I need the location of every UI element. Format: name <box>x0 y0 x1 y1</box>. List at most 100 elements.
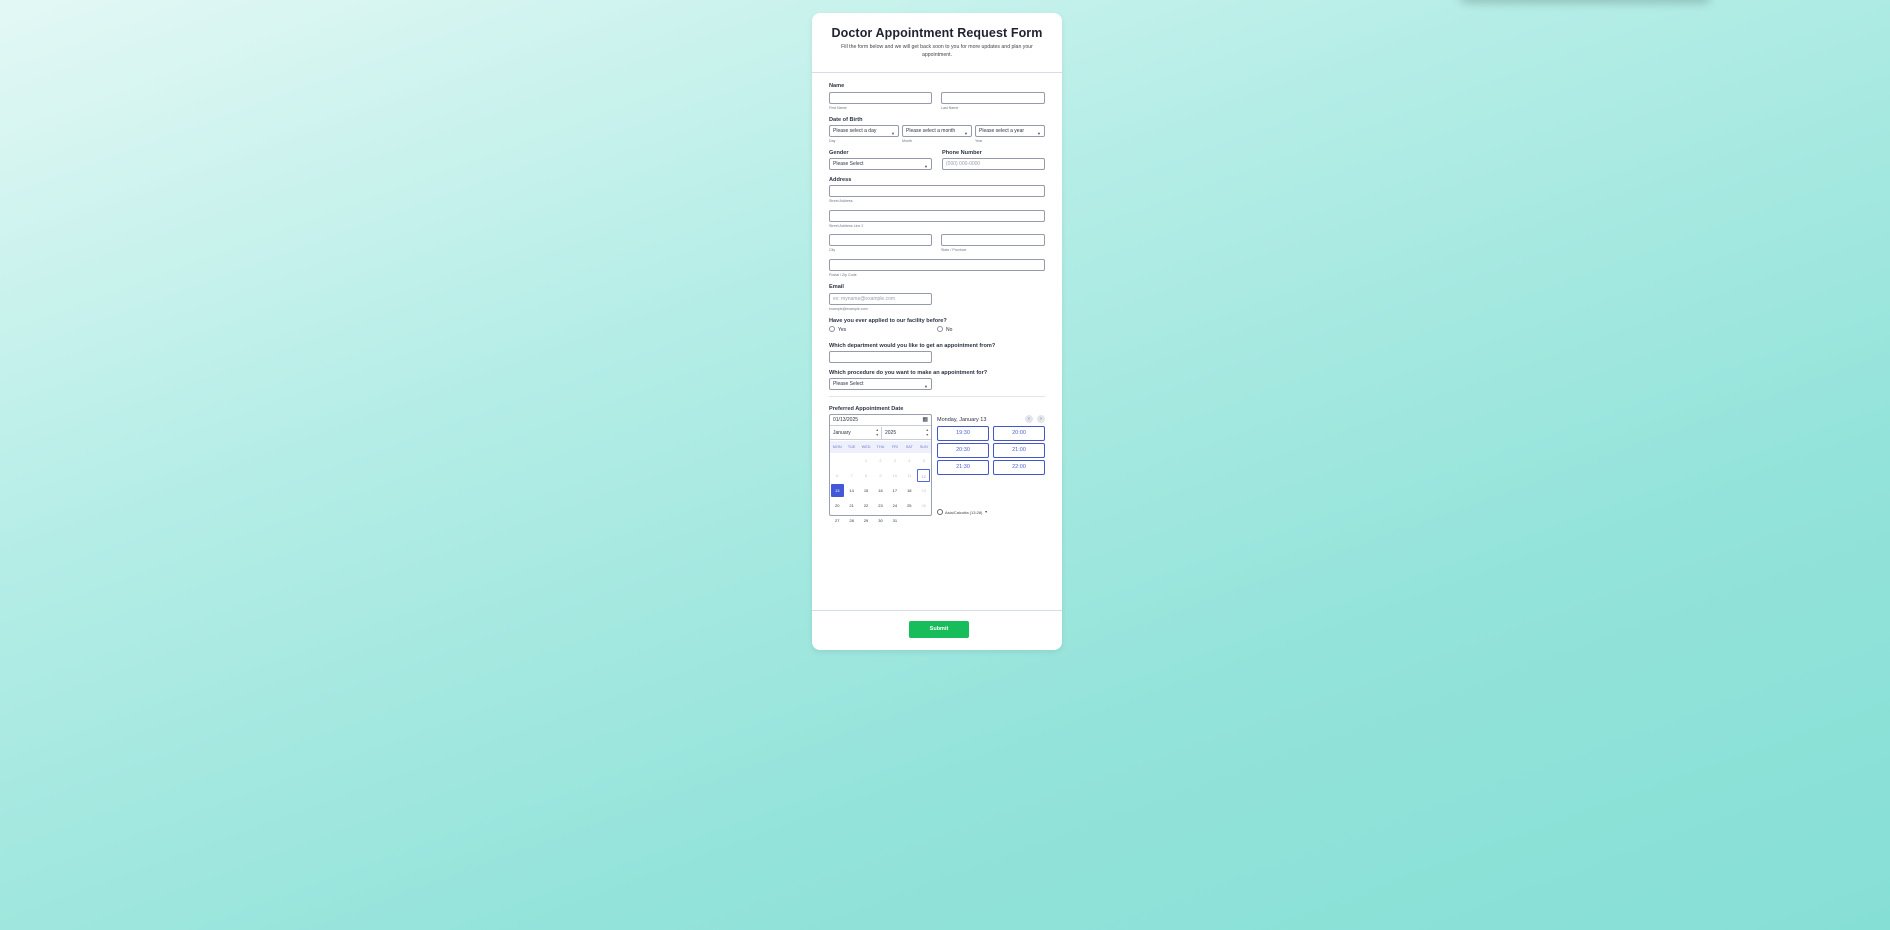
email-input[interactable]: ex: myname@example.com <box>829 293 932 305</box>
calendar-empty-cell <box>831 454 844 467</box>
calendar-day[interactable]: 26 <box>917 499 930 512</box>
calendar-day[interactable]: 15 <box>860 484 873 497</box>
form-header: Doctor Appointment Request Form Fill the… <box>812 13 1062 73</box>
calendar-week-row: 27 28 29 30 31 <box>830 513 931 528</box>
phone-input[interactable]: (000) 000-0000 <box>942 158 1045 170</box>
weekday-label: MON <box>832 445 842 449</box>
year-stepper[interactable]: 2025 ▲ ▼ <box>882 427 931 440</box>
last-name-input[interactable] <box>941 92 1045 104</box>
calendar-day[interactable]: 7 <box>845 469 858 482</box>
time-slot[interactable]: 20:30 <box>937 443 989 458</box>
calendar-day[interactable]: 24 <box>888 499 901 512</box>
calendar-empty-cell <box>903 514 916 527</box>
first-name-input[interactable] <box>829 92 932 104</box>
applied-no-radio[interactable] <box>937 326 943 332</box>
street-address-input[interactable] <box>829 185 1045 197</box>
calendar-day[interactable]: 27 <box>831 514 844 527</box>
date-input[interactable]: 01/13/2025 ▦ <box>830 415 931 426</box>
submit-button[interactable]: Submit <box>909 621 969 638</box>
calendar-day[interactable]: 14 <box>845 484 858 497</box>
calendar-day[interactable]: 1 <box>860 454 873 467</box>
weekday-label: THU <box>876 445 885 449</box>
chevron-down-icon: ▼ <box>984 510 988 514</box>
calendar-day[interactable]: 3 <box>888 454 901 467</box>
calendar-week-row: 13 14 15 16 17 18 19 <box>830 483 931 498</box>
stepper-arrows-icon[interactable]: ▲ ▼ <box>926 428 929 438</box>
calendar-day[interactable]: 8 <box>860 469 873 482</box>
calendar-day[interactable]: 18 <box>903 484 916 497</box>
gender-label: Gender <box>829 150 849 156</box>
globe-icon <box>937 509 943 515</box>
applied-label: Have you ever applied to our facility be… <box>829 318 947 324</box>
chevron-down-icon: ▼ <box>1037 131 1041 136</box>
calendar-day[interactable]: 5 <box>917 454 930 467</box>
calendar-day[interactable]: 30 <box>874 514 887 527</box>
calendar-week-row: 12345 <box>830 453 931 468</box>
calendar-day[interactable]: 13 <box>830 484 844 497</box>
calendar-day[interactable]: 9 <box>874 469 887 482</box>
department-input[interactable] <box>829 351 932 363</box>
address-label: Address <box>829 177 852 183</box>
calendar-day[interactable]: 10 <box>888 469 901 482</box>
street-address-2-sublabel: Street Address Line 2 <box>829 224 864 228</box>
dob-day-select[interactable]: Please select a day ▼ <box>829 125 899 137</box>
dob-label: Date of Birth <box>829 117 863 123</box>
calendar-day[interactable]: 25 <box>903 499 916 512</box>
calendar-day[interactable]: 20 <box>831 499 844 512</box>
state-sublabel: State / Province <box>941 248 967 252</box>
next-day-icon[interactable]: › <box>1037 415 1045 423</box>
calendar-day[interactable]: 2 <box>874 454 887 467</box>
calendar-day[interactable]: 21 <box>845 499 858 512</box>
state-input[interactable] <box>941 234 1045 246</box>
timezone-label: Asia/Calcutta (13:28) <box>945 509 983 515</box>
procedure-label: Which procedure do you want to make an a… <box>829 370 988 376</box>
calendar-day[interactable]: 31 <box>888 514 901 527</box>
calendar-empty-cell <box>845 454 858 467</box>
calendar-day[interactable]: 28 <box>845 514 858 527</box>
applied-yes-radio[interactable] <box>829 326 835 332</box>
days-grid: 1 2 3 4 5 6 7 8 9 10 11 12 13 14 15 16 17 18 19 20 21 22 23 24 2… <box>830 453 931 528</box>
time-slot[interactable]: 19:30 <box>937 426 989 441</box>
weekday-header: MON TUE WED THU FRI SAT SUN <box>830 441 931 453</box>
chevron-down-icon: ▼ <box>891 131 895 136</box>
calendar-day[interactable]: 19 <box>917 484 930 497</box>
time-slot[interactable]: 22:00 <box>993 460 1045 475</box>
calendar-day[interactable]: 6 <box>831 469 844 482</box>
calendar-day[interactable]: 12 <box>917 469 931 482</box>
name-label: Name <box>829 83 845 89</box>
calendar-day[interactable]: 17 <box>888 484 901 497</box>
month-stepper[interactable]: January ▲ ▼ <box>830 427 882 440</box>
dob-year-select[interactable]: Please select a year ▼ <box>975 125 1045 137</box>
calendar-day[interactable]: 23 <box>874 499 887 512</box>
footer-divider <box>812 610 1062 611</box>
weekday-label: WED <box>861 445 871 449</box>
chevron-down-icon: ▼ <box>924 164 928 169</box>
procedure-select[interactable]: Please Select ▼ <box>829 378 932 390</box>
weekday-label: TUE <box>847 445 856 449</box>
calendar-icon[interactable]: ▦ <box>922 415 928 426</box>
dob-month-select[interactable]: Please select a month ▼ <box>902 125 972 137</box>
city-input[interactable] <box>829 234 932 246</box>
calendar-day[interactable]: 29 <box>860 514 873 527</box>
appointment-label: Preferred Appointment Date <box>829 406 904 412</box>
time-slot[interactable]: 20:00 <box>993 426 1045 441</box>
street-address-sublabel: Street Address <box>829 199 853 203</box>
street-address-2-input[interactable] <box>829 210 1045 222</box>
weekday-label: FRI <box>891 445 898 449</box>
zip-input[interactable] <box>829 259 1045 271</box>
gender-select[interactable]: Please Select ▼ <box>829 158 932 170</box>
time-slot[interactable]: 21:00 <box>993 443 1045 458</box>
time-slot[interactable]: 21:30 <box>937 460 989 475</box>
weekday-label: SUN <box>919 445 928 449</box>
form-subtitle: Fill the form below and we will get back… <box>841 44 1033 58</box>
timezone-selector[interactable]: Asia/Calcutta (13:28) ▼ <box>937 509 988 515</box>
stepper-arrows-icon[interactable]: ▲ ▼ <box>876 428 879 438</box>
calendar-day[interactable]: 4 <box>903 454 916 467</box>
calendar-day[interactable]: 11 <box>903 469 916 482</box>
prev-day-icon[interactable]: ‹ <box>1025 415 1033 423</box>
calendar-day[interactable]: 22 <box>860 499 873 512</box>
phone-label: Phone Number <box>942 150 982 156</box>
calendar-day[interactable]: 16 <box>874 484 887 497</box>
applied-no-label: No <box>946 327 953 333</box>
applied-yes-label: Yes <box>838 327 847 333</box>
